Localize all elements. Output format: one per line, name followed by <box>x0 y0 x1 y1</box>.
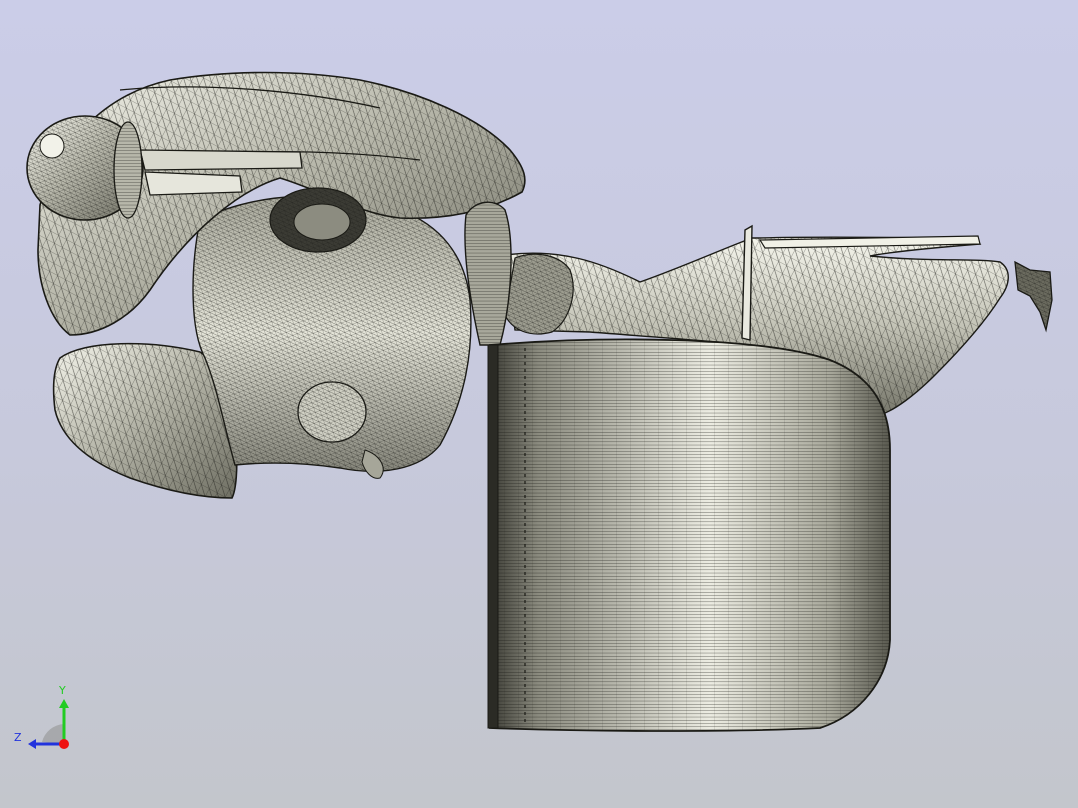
3d-viewport[interactable]: Y Z <box>0 0 1078 808</box>
ear-dome[interactable] <box>26 115 144 221</box>
y-axis-arrowhead <box>59 699 69 708</box>
axis-triad[interactable]: Y Z <box>12 684 82 752</box>
model-render[interactable] <box>0 0 1078 808</box>
x-axis-dot <box>59 739 69 749</box>
z-axis-label: Z <box>14 731 22 744</box>
head-shell[interactable] <box>26 71 526 499</box>
axis-triad-graphic <box>28 699 69 749</box>
y-axis-label: Y <box>59 684 66 697</box>
z-axis-arrowhead <box>28 739 36 749</box>
eye-socket[interactable] <box>269 187 367 253</box>
barrel-body[interactable] <box>487 338 891 732</box>
